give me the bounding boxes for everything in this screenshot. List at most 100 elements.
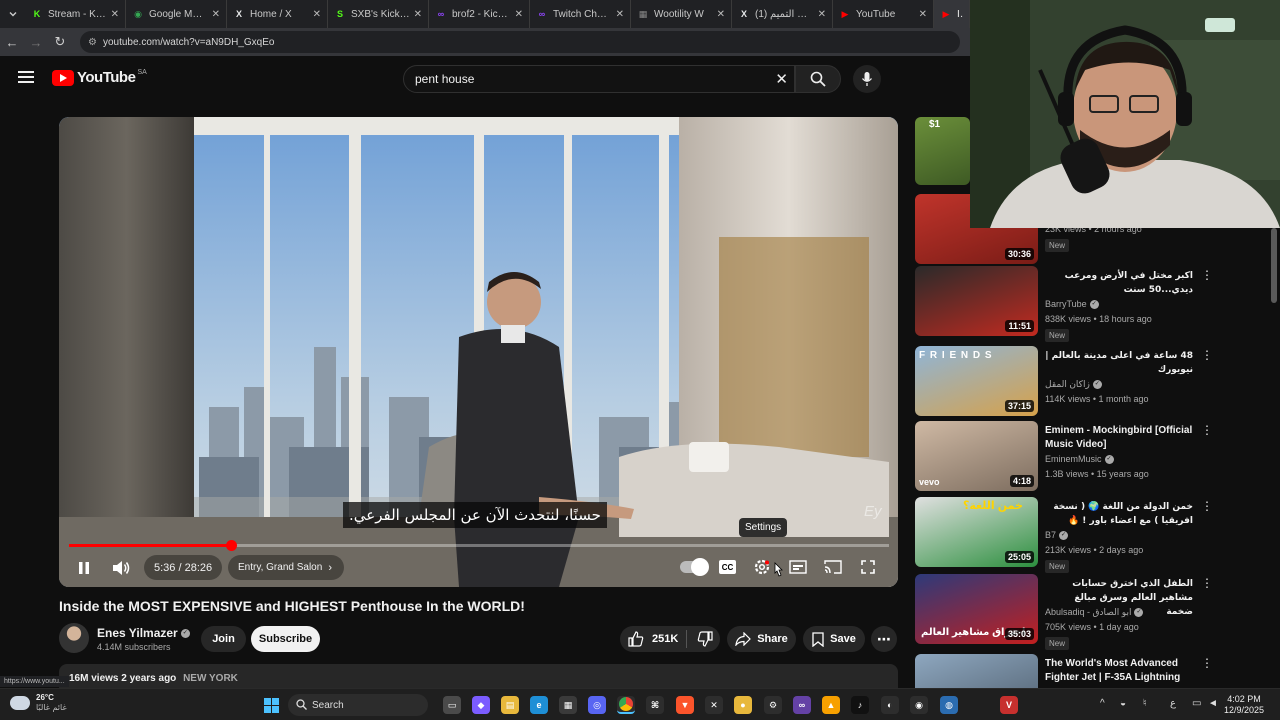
weather-widget[interactable]: 26°C غائم غالبًا — [10, 693, 67, 713]
close-tab-icon[interactable]: ✕ — [919, 9, 927, 20]
tiktok-icon[interactable]: ♪ — [851, 696, 869, 714]
microphone-tray-icon[interactable]: ♮ — [1143, 698, 1147, 709]
url-field[interactable]: ⚙ youtube.com/watch?v=aN9DH_GxqEo — [80, 31, 960, 53]
recommended-video-title[interactable]: The World's Most Advanced Fighter Jet | … — [1045, 657, 1193, 685]
close-tab-icon[interactable]: ✕ — [515, 9, 523, 20]
location-tag[interactable]: NEW YORK — [183, 673, 238, 684]
browser-tab[interactable]: K Stream - Kick D ✕ — [25, 0, 126, 28]
valorant-icon[interactable]: V — [1000, 696, 1018, 714]
edge-icon[interactable]: e — [530, 696, 548, 714]
chapter-button[interactable]: Entry, Grand Salon › — [228, 555, 344, 580]
recommended-video-title[interactable]: اكبر مختل في الأرض ومرعب ديدي...50 سنت — [1045, 269, 1193, 297]
steam-icon[interactable]: ◉ — [910, 696, 928, 714]
recommended-channel[interactable]: Abulsadiq - ابو الصادق ✓ — [1045, 607, 1144, 618]
show-hidden-icons[interactable]: ^ — [1100, 698, 1105, 709]
settings-button[interactable] — [752, 557, 772, 577]
close-tab-icon[interactable]: ✕ — [212, 9, 220, 20]
channel-watermark[interactable]: Ey — [864, 503, 882, 520]
dislike-button[interactable] — [697, 631, 713, 647]
recommended-channel[interactable]: زاكان المقل ✓ — [1045, 379, 1102, 390]
sidebar-scrollbar[interactable] — [1271, 228, 1277, 303]
save-button[interactable]: Save — [803, 626, 865, 652]
close-tab-icon[interactable]: ✕ — [616, 9, 624, 20]
close-tab-icon[interactable]: ✕ — [111, 9, 119, 20]
xbox-icon[interactable]: ✕ — [705, 696, 723, 714]
clear-search-icon[interactable]: ✕ — [775, 70, 788, 88]
back-icon[interactable]: ← — [0, 35, 24, 50]
subscribe-button[interactable]: Subscribe — [251, 626, 320, 652]
browser-tab[interactable]: ∞ brof2 - Kick St ✕ — [429, 0, 530, 28]
twitch-app-icon[interactable]: ∞ — [793, 696, 811, 714]
language-indicator[interactable]: ع — [1170, 698, 1176, 709]
like-button[interactable]: 251K — [628, 631, 678, 647]
taskbar-search[interactable]: Search — [288, 694, 428, 716]
vlc-icon[interactable]: ▲ — [822, 696, 840, 714]
app-icon-2[interactable]: ◍ — [940, 696, 958, 714]
recommended-video[interactable]: vevo 4:18 Eminem - Mockingbird [Official M… — [915, 421, 1270, 493]
video-thumbnail[interactable]: خمن اللغة؟ 25:05 — [915, 497, 1038, 567]
reload-icon[interactable]: ↻ — [48, 34, 72, 50]
autoplay-toggle[interactable] — [680, 558, 709, 576]
more-vertical-icon[interactable]: ⋮ — [1201, 424, 1213, 436]
recommended-video-title[interactable]: خمن الدولة من اللغة 🌍 ( نسخة افريقيا ) م… — [1045, 500, 1193, 528]
more-vertical-icon[interactable]: ⋮ — [1201, 500, 1213, 512]
browser-tab[interactable]: S SXB's Kick Cha ✕ — [328, 0, 429, 28]
fullscreen-button[interactable] — [858, 558, 878, 576]
chrome-icon[interactable] — [617, 696, 635, 714]
copilot-icon[interactable]: ◆ — [472, 696, 490, 714]
menu-icon[interactable] — [18, 71, 34, 83]
close-tab-icon[interactable]: ✕ — [414, 9, 422, 20]
voice-search-button[interactable] — [853, 65, 881, 93]
browser-tab[interactable]: X Home / X ✕ — [227, 0, 328, 28]
tray-app-icon[interactable]: ◒ — [1120, 698, 1126, 709]
recommended-video[interactable]: 11:51 اكبر مختل في الأرض ومرعب ديدي...50 … — [915, 266, 1270, 342]
subtitles-button[interactable]: CC — [719, 560, 736, 574]
recommended-video-title[interactable]: 48 ساعة في اعلى مدينة بالعالم | نيويورك — [1045, 349, 1193, 377]
speaker-icon[interactable]: ◄ — [1208, 698, 1218, 709]
browser-tab[interactable]: ◉ Google Maps ✕ — [126, 0, 227, 28]
capcut-icon[interactable]: ⌘ — [646, 696, 664, 714]
recommended-video[interactable]: اختراق مشاهير العالم 35:03 الطفل الذي اختر… — [915, 574, 1270, 650]
site-info-icon[interactable]: ⚙ — [88, 37, 97, 48]
store-icon[interactable]: ▦ — [559, 696, 577, 714]
forward-icon[interactable]: → — [24, 35, 48, 50]
pause-button[interactable] — [73, 557, 95, 579]
more-vertical-icon[interactable]: ⋮ — [1201, 577, 1213, 589]
brave-icon[interactable]: ▼ — [676, 696, 694, 714]
settings-app-icon[interactable]: ⚙ — [764, 696, 782, 714]
close-tab-icon[interactable]: ✕ — [818, 9, 826, 20]
browser-tab[interactable]: ▶ YouTube ✕ — [833, 0, 934, 28]
network-icon[interactable]: ▭ — [1192, 698, 1201, 709]
video-thumbnail[interactable]: F R I E N D S 37:15 — [915, 346, 1038, 416]
recommended-channel[interactable]: BarryTube ✓ — [1045, 299, 1099, 310]
recommended-video[interactable]: خمن اللغة؟ 25:05 خمن الدولة من اللغة 🌍 ( ن… — [915, 497, 1270, 573]
join-button[interactable]: Join — [201, 626, 246, 652]
channel-name[interactable]: Enes Yilmazer ✓ — [97, 626, 190, 640]
windows-start-icon[interactable] — [264, 698, 279, 713]
scrubber-handle[interactable] — [225, 540, 237, 551]
file-explorer-icon[interactable]: ▤ — [501, 696, 519, 714]
recommended-channel[interactable]: EminemMusic ✓ — [1045, 454, 1114, 465]
progress-bar[interactable] — [69, 540, 889, 551]
recommended-video-title[interactable]: Eminem - Mockingbird [Official Music Vid… — [1045, 424, 1193, 452]
more-vertical-icon[interactable]: ⋮ — [1201, 269, 1213, 281]
close-tab-icon[interactable]: ✕ — [717, 9, 725, 20]
youtube-logo[interactable]: YouTube SA — [52, 69, 147, 86]
more-vertical-icon[interactable]: ⋮ — [1201, 657, 1213, 669]
miniplayer-button[interactable] — [788, 558, 808, 576]
discord-icon[interactable]: ◎ — [588, 696, 606, 714]
task-view-icon[interactable]: ▭ — [443, 696, 461, 714]
more-actions-button[interactable]: ⋯ — [871, 626, 897, 652]
browser-tab[interactable]: X (1) نواف التميم ✕ — [732, 0, 833, 28]
search-button[interactable] — [795, 65, 841, 93]
channel-avatar[interactable] — [59, 623, 89, 653]
video-thumbnail[interactable]: vevo 4:18 — [915, 421, 1038, 491]
search-input[interactable]: pent house ✕ — [403, 65, 795, 93]
more-vertical-icon[interactable]: ⋮ — [1201, 349, 1213, 361]
cast-button[interactable] — [823, 558, 843, 576]
taskbar-clock[interactable]: 4:02 PM 12/9/2025 — [1224, 694, 1264, 716]
video-thumbnail[interactable]: 11:51 — [915, 266, 1038, 336]
volume-button[interactable] — [110, 557, 132, 579]
app-icon[interactable]: ● — [734, 696, 752, 714]
recommended-video[interactable]: F R I E N D S 37:15 48 ساعة في اعلى مدينة … — [915, 346, 1270, 418]
